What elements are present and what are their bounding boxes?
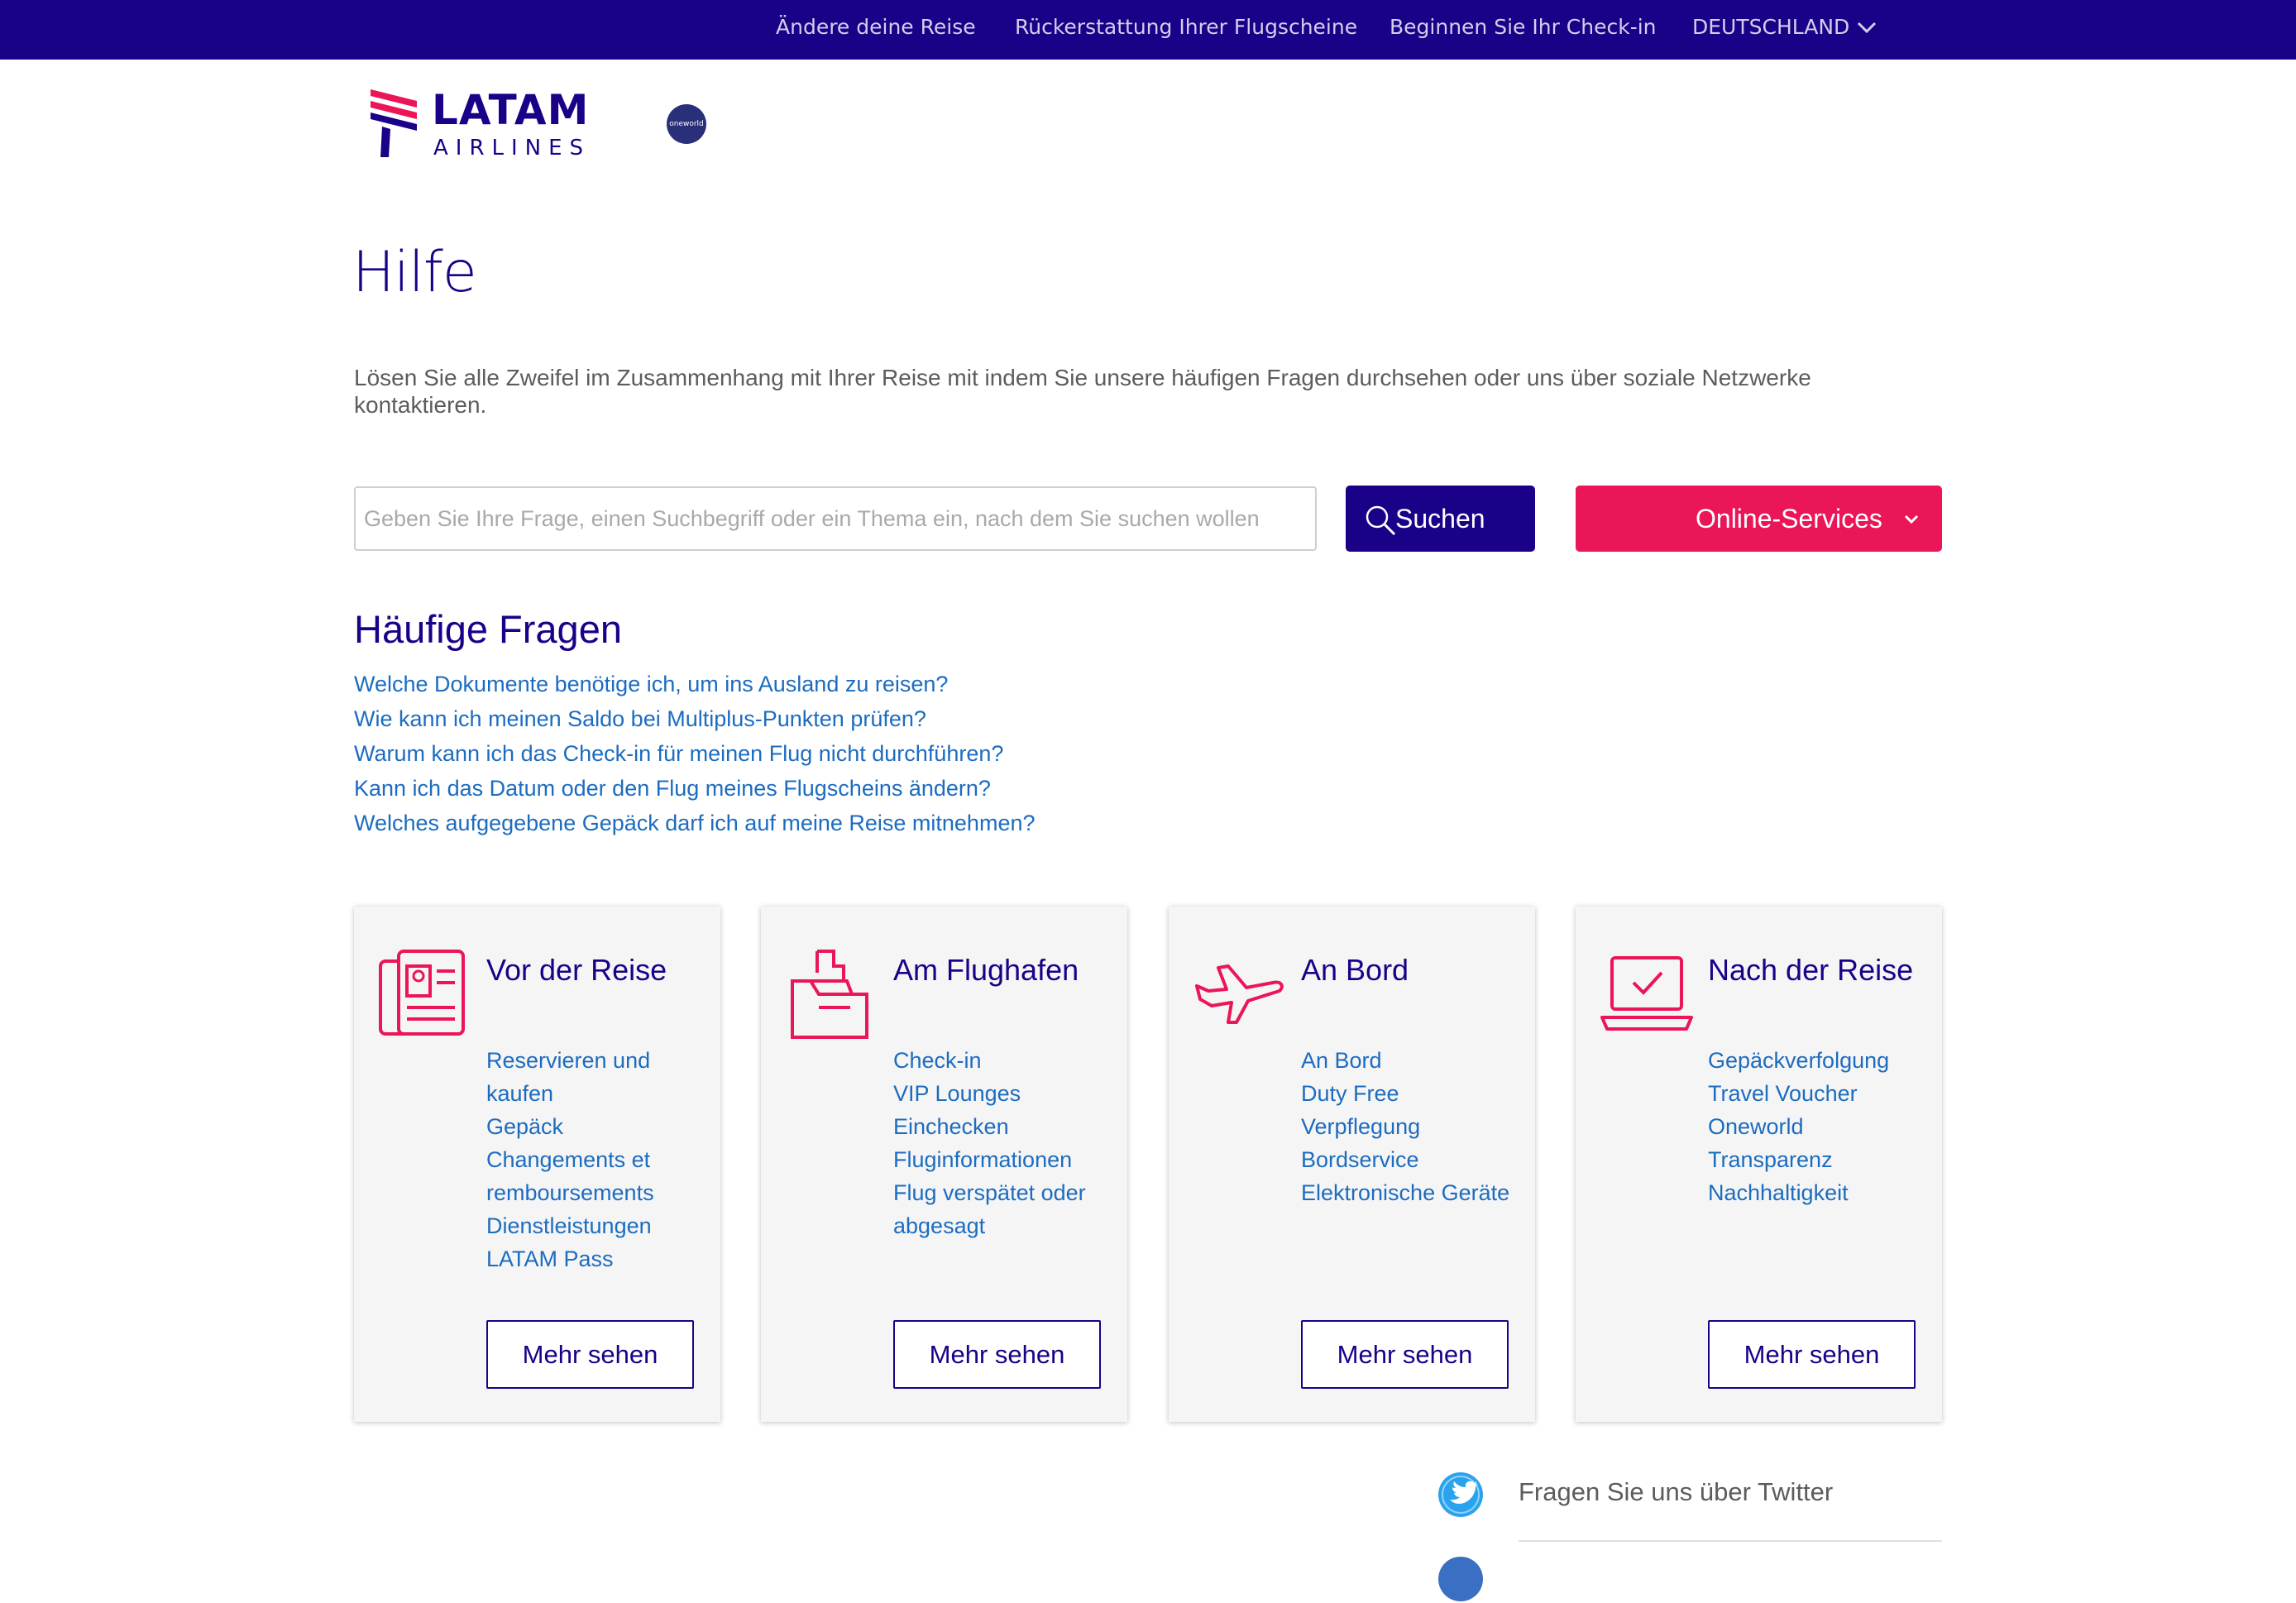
card-link-list: Gepäckverfolgung Travel Voucher Oneworld… xyxy=(1708,1044,1931,1209)
online-services-label: Online-Services xyxy=(1696,504,1882,534)
more-button[interactable]: Mehr sehen xyxy=(486,1320,694,1389)
list-item: Reservieren und kaufen xyxy=(486,1044,710,1110)
latam-logo[interactable]: LATAM AIRLINES xyxy=(367,81,715,164)
list-item: Travel Voucher xyxy=(1708,1077,1931,1110)
logo-wordmark: LATAM xyxy=(432,86,590,134)
passport-icon xyxy=(379,950,465,1036)
search-input[interactable] xyxy=(354,486,1317,551)
twitter-icon[interactable] xyxy=(1437,1471,1485,1519)
faq-link[interactable]: Warum kann ich das Check-in für meinen F… xyxy=(354,741,1003,766)
card-link[interactable]: Dienstleistungen xyxy=(486,1213,652,1238)
card-link[interactable]: Travel Voucher xyxy=(1708,1081,1858,1106)
faq-heading: Häufige Fragen xyxy=(354,607,622,651)
card-link[interactable]: Flug verspätet oder abgesagt xyxy=(893,1180,1086,1238)
topbar-link-refund[interactable]: Rückerstattung Ihrer Flugscheine xyxy=(1015,0,1357,60)
faq-link[interactable]: Welches aufgegebene Gepäck darf ich auf … xyxy=(354,811,1036,835)
list-item: Elektronische Geräte xyxy=(1301,1176,1524,1209)
intro-text: Lösen Sie alle Zweifel im Zusammenhang m… xyxy=(354,365,1811,418)
faq-link[interactable]: Kann ich das Datum oder den Flug meines … xyxy=(354,776,991,801)
card-link[interactable]: VIP Lounges xyxy=(893,1081,1021,1106)
card-link[interactable]: An Bord xyxy=(1301,1048,1382,1073)
card-link-list: Reservieren und kaufen Gepäck Changement… xyxy=(486,1044,710,1275)
card-link[interactable]: Oneworld xyxy=(1708,1114,1804,1139)
list-item: Einchecken xyxy=(893,1110,1117,1143)
list-item: Welche Dokumente benötige ich, um ins Au… xyxy=(354,672,1036,706)
search-icon xyxy=(1366,505,1396,536)
airplane-icon xyxy=(1195,964,1284,1024)
latam-emblem-icon xyxy=(371,89,417,157)
list-item: Flug verspätet oder abgesagt xyxy=(893,1176,1117,1242)
card-link[interactable]: Changements et remboursements xyxy=(486,1147,654,1205)
card-link[interactable]: Check-in xyxy=(893,1048,982,1073)
card-link[interactable]: Einchecken xyxy=(893,1114,1009,1139)
topbar-link-change-trip[interactable]: Ändere deine Reise xyxy=(776,0,976,60)
card-link[interactable]: Gepäck xyxy=(486,1114,563,1139)
facebook-icon[interactable] xyxy=(1437,1555,1485,1603)
faq-link[interactable]: Welche Dokumente benötige ich, um ins Au… xyxy=(354,672,948,696)
card-link[interactable]: Gepäckverfolgung xyxy=(1708,1048,1889,1073)
country-selector[interactable]: DEUTSCHLAND xyxy=(1692,0,1849,60)
list-item: Bordservice xyxy=(1301,1143,1524,1176)
chevron-down-icon xyxy=(1904,514,1919,524)
more-button[interactable]: Mehr sehen xyxy=(893,1320,1101,1389)
top-navigation-bar: Ändere deine Reise Rückerstattung Ihrer … xyxy=(0,0,2296,60)
card-link[interactable]: Fluginformationen xyxy=(893,1147,1072,1172)
list-item: Nachhaltigkeit xyxy=(1708,1176,1931,1209)
logo-subtitle: AIRLINES xyxy=(433,136,591,160)
card-title: An Bord xyxy=(1301,953,1409,987)
list-item: Fluginformationen xyxy=(893,1143,1117,1176)
list-item: Gepäckverfolgung xyxy=(1708,1044,1931,1077)
oneworld-logo: oneworld xyxy=(667,104,706,144)
list-item: An Bord xyxy=(1301,1044,1524,1077)
list-item: Dienstleistungen xyxy=(486,1209,710,1242)
laptop-check-icon xyxy=(1600,956,1693,1031)
card-link[interactable]: Nachhaltigkeit xyxy=(1708,1180,1849,1205)
list-item: Duty Free xyxy=(1301,1077,1524,1110)
card-before-trip: Vor der Reise Reservieren und kaufen Gep… xyxy=(354,907,720,1422)
twitter-link[interactable]: Fragen Sie uns über Twitter xyxy=(1519,1477,1833,1507)
card-title: Vor der Reise xyxy=(486,953,667,987)
card-title: Am Flughafen xyxy=(893,953,1079,987)
card-link-list: An Bord Duty Free Verpflegung Bordservic… xyxy=(1301,1044,1524,1209)
list-item: Welches aufgegebene Gepäck darf ich auf … xyxy=(354,811,1036,845)
card-link[interactable]: Bordservice xyxy=(1301,1147,1419,1172)
card-link[interactable]: Verpflegung xyxy=(1301,1114,1420,1139)
topbar-link-checkin[interactable]: Beginnen Sie Ihr Check-in xyxy=(1390,0,1657,60)
card-at-airport: Am Flughafen Check-in VIP Lounges Einche… xyxy=(761,907,1127,1422)
list-item: LATAM Pass xyxy=(486,1242,710,1275)
card-link[interactable]: Transparenz xyxy=(1708,1147,1833,1172)
kiosk-icon xyxy=(791,950,868,1039)
faq-list: Welche Dokumente benötige ich, um ins Au… xyxy=(354,672,1036,845)
card-link-list: Check-in VIP Lounges Einchecken Fluginfo… xyxy=(893,1044,1117,1242)
list-item: Check-in xyxy=(893,1044,1117,1077)
list-item: Changements et remboursements xyxy=(486,1143,710,1209)
card-title: Nach der Reise xyxy=(1708,953,1914,987)
card-link[interactable]: LATAM Pass xyxy=(486,1247,614,1271)
list-item: Wie kann ich meinen Saldo bei Multiplus-… xyxy=(354,706,1036,741)
list-item: Verpflegung xyxy=(1301,1110,1524,1143)
list-item: Gepäck xyxy=(486,1110,710,1143)
card-on-board: An Bord An Bord Duty Free Verpflegung Bo… xyxy=(1169,907,1535,1422)
more-button[interactable]: Mehr sehen xyxy=(1301,1320,1509,1389)
card-link[interactable]: Duty Free xyxy=(1301,1081,1399,1106)
more-button[interactable]: Mehr sehen xyxy=(1708,1320,1916,1389)
faq-link[interactable]: Wie kann ich meinen Saldo bei Multiplus-… xyxy=(354,706,926,731)
list-item: Kann ich das Datum oder den Flug meines … xyxy=(354,776,1036,811)
divider xyxy=(1519,1540,1942,1542)
online-services-dropdown[interactable]: Online-Services xyxy=(1576,486,1942,552)
card-link[interactable]: Reservieren und kaufen xyxy=(486,1048,650,1106)
search-button-label: Suchen xyxy=(1395,504,1485,534)
list-item: Transparenz xyxy=(1708,1143,1931,1176)
card-link[interactable]: Elektronische Geräte xyxy=(1301,1180,1509,1205)
list-item: Oneworld xyxy=(1708,1110,1931,1143)
list-item: Warum kann ich das Check-in für meinen F… xyxy=(354,741,1036,776)
chevron-down-icon[interactable] xyxy=(1856,19,1877,36)
search-button[interactable]: Suchen xyxy=(1346,486,1535,552)
list-item: VIP Lounges xyxy=(893,1077,1117,1110)
card-after-trip: Nach der Reise Gepäckverfolgung Travel V… xyxy=(1576,907,1942,1422)
page-title: Hilfe xyxy=(352,240,477,305)
